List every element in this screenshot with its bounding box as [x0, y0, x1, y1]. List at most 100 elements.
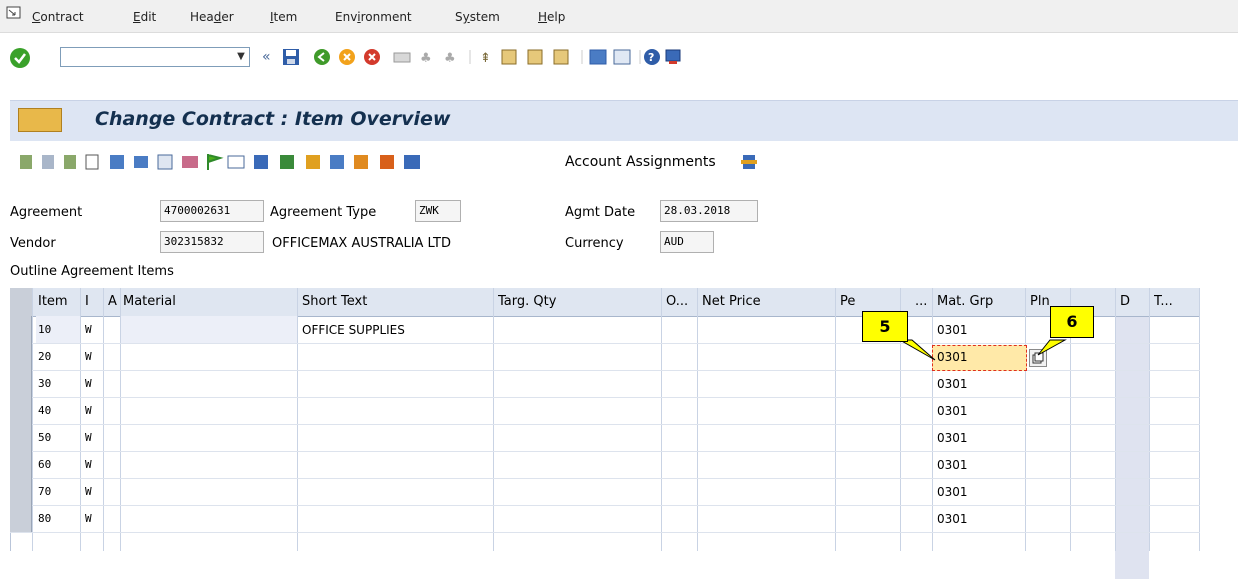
- application-toolbar-icons: [20, 154, 420, 170]
- menu-contract[interactable]: Contract: [32, 10, 84, 24]
- account-assignments-icon[interactable]: [404, 155, 420, 169]
- item-category[interactable]: W: [85, 377, 92, 390]
- agreement-type-field[interactable]: ZWK: [415, 200, 461, 222]
- first-page-icon[interactable]: ⇞: [480, 51, 491, 66]
- item-category[interactable]: W: [85, 485, 92, 498]
- customize-layout-icon[interactable]: [665, 49, 681, 62]
- col-item[interactable]: Item: [38, 288, 78, 316]
- delete-icon[interactable]: [110, 155, 124, 169]
- flag-icon[interactable]: [207, 154, 224, 170]
- col-order-unit[interactable]: O...: [666, 288, 696, 316]
- col-target-qty[interactable]: Targ. Qty: [498, 288, 658, 316]
- find-next-icon[interactable]: ♣: [444, 51, 456, 66]
- prev-page-icon[interactable]: [501, 49, 517, 65]
- col-net-price[interactable]: Net Price: [702, 288, 832, 316]
- account-assignments-button[interactable]: Account Assignments: [565, 154, 716, 170]
- header-texts-icon[interactable]: [64, 155, 76, 169]
- col-material[interactable]: Material: [123, 288, 293, 316]
- row-selector[interactable]: [10, 424, 32, 451]
- short-text-cell[interactable]: OFFICE SUPPLIES: [302, 323, 405, 337]
- row-selector[interactable]: [10, 343, 32, 370]
- currency-field[interactable]: AUD: [660, 231, 714, 253]
- header-toggle-icon[interactable]: [18, 108, 62, 132]
- partners-icon[interactable]: [182, 156, 198, 168]
- col-text[interactable]: T...: [1154, 288, 1194, 316]
- shortcut-icon[interactable]: [613, 49, 631, 65]
- mat-grp-cell[interactable]: 0301: [937, 404, 968, 418]
- select-all-cell[interactable]: [10, 288, 32, 316]
- item-category[interactable]: W: [85, 404, 92, 417]
- row-selector[interactable]: [10, 370, 32, 397]
- item-category[interactable]: W: [85, 512, 92, 525]
- col-account-assignment[interactable]: A: [108, 288, 118, 316]
- statistics-icon[interactable]: [380, 155, 394, 169]
- menu-item[interactable]: Item: [270, 10, 297, 24]
- enter-check-icon[interactable]: [8, 46, 32, 70]
- services-icon[interactable]: [280, 155, 294, 169]
- col-deletion[interactable]: D: [1120, 288, 1140, 316]
- edit-icon[interactable]: [330, 155, 344, 169]
- item-number: 70: [38, 485, 52, 498]
- header-overview-icon[interactable]: [20, 155, 32, 169]
- menu-system[interactable]: System: [455, 10, 500, 24]
- mat-grp-cell[interactable]: 0301: [937, 377, 968, 391]
- system-menu-icon[interactable]: [6, 6, 22, 20]
- row-selector[interactable]: [10, 505, 32, 532]
- section-title: Outline Agreement Items: [10, 264, 174, 279]
- print-preview-icon[interactable]: [134, 156, 148, 168]
- back-icon[interactable]: [314, 49, 330, 65]
- menu-edit[interactable]: Edit: [133, 10, 156, 24]
- menu-environment[interactable]: Environment: [335, 10, 412, 24]
- item-category[interactable]: W: [85, 431, 92, 444]
- header-details-icon[interactable]: [42, 155, 54, 169]
- find-item-icon[interactable]: [306, 155, 320, 169]
- command-field[interactable]: [60, 47, 250, 67]
- item-category[interactable]: W: [85, 350, 92, 363]
- item-number: 30: [38, 377, 52, 390]
- agreement-label: Agreement: [10, 205, 83, 220]
- menu-help[interactable]: Help: [538, 10, 565, 24]
- agmt-date-label: Agmt Date: [565, 205, 636, 220]
- col-short-text[interactable]: Short Text: [302, 288, 492, 316]
- print-icon[interactable]: [393, 52, 411, 63]
- agreement-field[interactable]: 4700002631: [160, 200, 264, 222]
- agmt-date-field[interactable]: 28.03.2018: [660, 200, 758, 222]
- mat-grp-cell[interactable]: 0301: [937, 512, 968, 526]
- row-selector[interactable]: [10, 397, 32, 424]
- mat-grp-cell[interactable]: 0301: [937, 485, 968, 499]
- row-selector[interactable]: [10, 316, 32, 343]
- mat-grp-cell[interactable]: 0301: [937, 431, 968, 445]
- table-row[interactable]: [10, 451, 1200, 479]
- table-row[interactable]: [10, 370, 1200, 398]
- row-selector[interactable]: [10, 451, 32, 478]
- command-dropdown-icon[interactable]: ▼: [232, 47, 250, 67]
- table-row[interactable]: [10, 505, 1200, 533]
- row-selector[interactable]: [10, 478, 32, 505]
- menu-header[interactable]: Header: [190, 10, 234, 24]
- menu-mnemonic: E: [133, 10, 141, 24]
- table-row[interactable]: [10, 424, 1200, 452]
- page-nav-icons: [501, 49, 607, 65]
- select-all-icon[interactable]: [157, 154, 173, 170]
- table-row[interactable]: [10, 478, 1200, 506]
- vendor-field[interactable]: 302315832: [160, 231, 264, 253]
- settings-icon[interactable]: [740, 152, 758, 172]
- messages-icon[interactable]: [227, 155, 245, 169]
- find-icon[interactable]: ♣: [420, 51, 432, 66]
- currency-label: Currency: [565, 236, 624, 251]
- last-page-icon[interactable]: [553, 49, 569, 65]
- new-item-icon[interactable]: [85, 154, 99, 170]
- back-chevrons[interactable]: «: [262, 47, 271, 67]
- save-icon[interactable]: [282, 48, 300, 66]
- item-category[interactable]: W: [85, 458, 92, 471]
- col-item-category[interactable]: I: [85, 288, 95, 316]
- conditions-icon[interactable]: [254, 155, 268, 169]
- new-session-icon[interactable]: [589, 49, 607, 65]
- status-icon[interactable]: [354, 155, 368, 169]
- next-page-icon[interactable]: [527, 49, 543, 65]
- item-number: 40: [38, 404, 52, 417]
- item-category[interactable]: W: [85, 323, 92, 336]
- mat-grp-cell[interactable]: 0301: [937, 458, 968, 472]
- table-row[interactable]: [10, 397, 1200, 425]
- col-storage[interactable]: [1095, 288, 1107, 316]
